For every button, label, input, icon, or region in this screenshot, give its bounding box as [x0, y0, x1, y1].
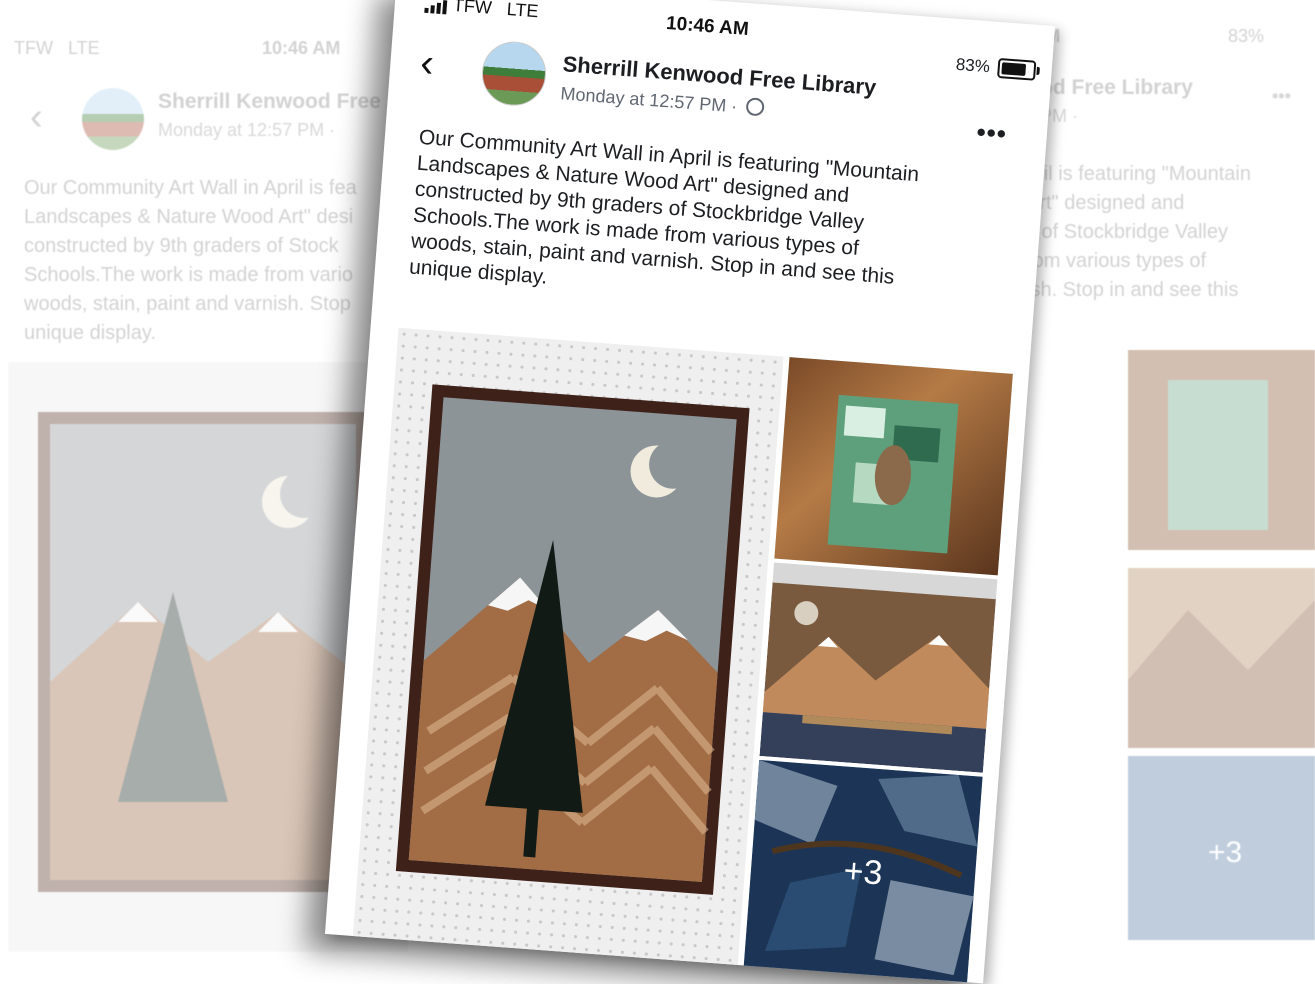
bg-right-text-line: ish. Stop in and see this [1026, 279, 1239, 301]
bg-right-text-line: s of Stockbridge Valley [1026, 221, 1228, 243]
photo-owl-mosaic[interactable] [774, 357, 1013, 576]
bg-left-page-name: Sherrill Kenwood Free Li [158, 90, 406, 113]
bg-left-post-text: Our Community Art Wall in April is fea L… [24, 174, 357, 348]
bg-right-text-line: Art" designed and [1026, 192, 1185, 214]
bg-left-text-line: unique display. [24, 322, 156, 344]
bg-left-back-icon: ‹ [30, 96, 43, 138]
battery-percent: 83% [955, 54, 991, 77]
bg-left-text-line: Schools.The work is made from vario [24, 264, 354, 286]
more-photos-overlay[interactable]: +3 [743, 759, 983, 984]
owl-mosaic-drawing [827, 394, 959, 554]
bg-right-text-line: pril is featuring "Mountain [1026, 163, 1251, 185]
more-options-icon[interactable]: ••• [975, 117, 1007, 150]
bg-left-text-line: woods, stain, paint and varnish. Stop [24, 293, 351, 315]
bg-right-thumbnails: +3 [1128, 350, 1315, 940]
photo-mountain-tree-artwork[interactable] [352, 327, 784, 967]
bg-right-page-name: od Free Library [1040, 76, 1193, 99]
globe-icon [745, 97, 765, 117]
back-arrow-icon[interactable]: ‹ [419, 41, 436, 86]
facebook-post-screenshot: TFW LTE 10:46 AM 83% ‹ Sherrill Kenwood … [324, 0, 1056, 984]
photo-grid: +3 [352, 327, 1019, 984]
bg-left-clock: 10:46 AM [262, 38, 341, 58]
bg-left-status-bar: TFW LTE [14, 38, 100, 59]
photo-owl-night-mosaic[interactable]: +3 [743, 759, 983, 984]
bg-left-network: LTE [68, 38, 100, 58]
bg-right-more-icon: ••• [1272, 86, 1291, 106]
bg-right-battery-pct: 83% [1228, 26, 1265, 46]
bg-left-carrier: TFW [14, 38, 53, 58]
network-label: LTE [506, 0, 540, 22]
bg-left-avatar [82, 88, 144, 150]
bg-right-text-line: rom various types of [1026, 250, 1207, 272]
clock: 10:46 AM [665, 12, 750, 41]
bg-left-text-line: Our Community Art Wall in April is fea [24, 177, 357, 199]
photo-mountain-panel-on-table[interactable] [759, 562, 998, 773]
signal-icon [424, 0, 448, 15]
bg-left-timestamp: Monday at 12:57 PM · [158, 120, 336, 140]
carrier-label: TFW [452, 0, 493, 18]
mountain-artwork-drawing [395, 384, 750, 895]
page-avatar[interactable] [479, 39, 549, 108]
battery-icon [997, 57, 1037, 81]
post-text: Our Community Art Wall in April is featu… [408, 125, 1018, 326]
bg-left-text-line: constructed by 9th graders of Stock [24, 235, 339, 257]
mountain-panel-drawing [759, 582, 996, 773]
bg-left-text-line: Landscapes & Nature Wood Art" desi [24, 206, 354, 228]
bg-right-post-text: pril is featuring "Mountain Art" designe… [1026, 160, 1251, 305]
bg-right-more-photos-label: +3 [1208, 836, 1242, 869]
